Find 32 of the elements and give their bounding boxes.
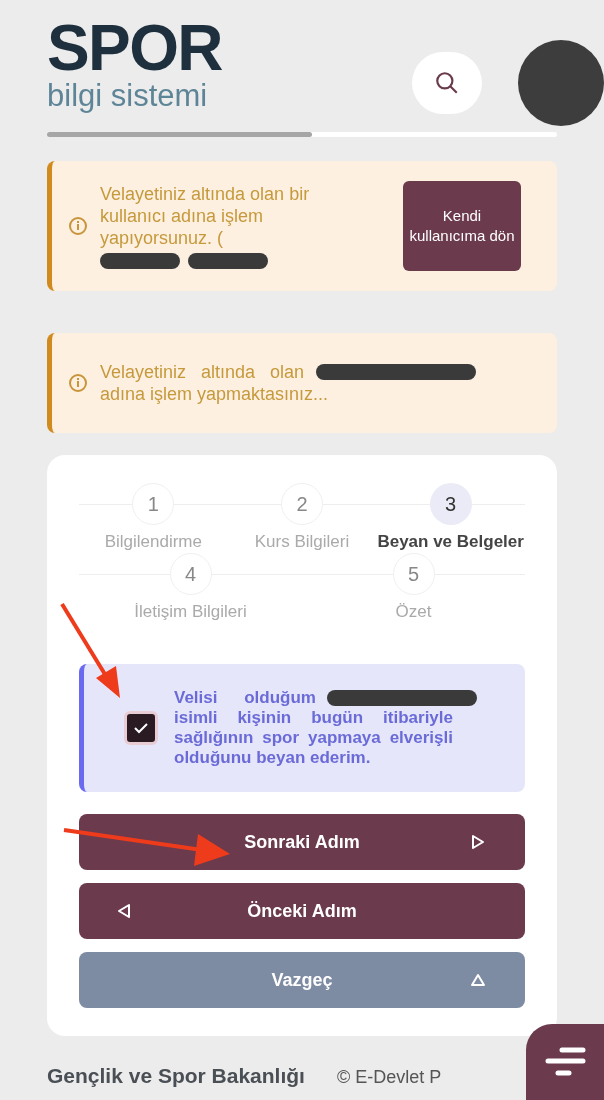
checkbox[interactable] <box>124 711 158 745</box>
step-number[interactable]: 1 <box>132 483 175 525</box>
step-label: Kurs Bilgileri <box>254 531 350 553</box>
copyright-text: © E-Devlet P <box>336 1066 442 1089</box>
info-icon <box>68 216 88 236</box>
step-label: Özet <box>395 600 432 623</box>
step-number[interactable]: 2 <box>281 483 323 525</box>
step-number[interactable]: 4 <box>169 552 212 595</box>
cancel-button[interactable]: Vazgeç <box>79 952 525 1008</box>
play-icon <box>469 833 487 851</box>
previous-step-button[interactable]: Önceki Adım <box>79 883 525 939</box>
menu-icon <box>544 1045 586 1079</box>
declaration-text: isimli kişinin bugün itibariyle sağlığının spor yapmaya elverişli olduğunu beyan ederim. <box>174 708 454 768</box>
step-label: İletişim Bilgileri <box>134 600 247 623</box>
declaration-text: Velisi olduğum <box>174 688 316 708</box>
ministry-name: Gençlik ve Spor Bakanlığı <box>47 1063 305 1089</box>
warning-text: Velayetiniz altında olan bir kullanıcı adına işlem yapıyorsunuz. ( <box>100 183 311 249</box>
up-triangle-icon <box>469 971 487 989</box>
search-icon <box>434 70 460 96</box>
return-to-own-user-button[interactable]: Kendi kullanıcıma dön <box>403 181 521 271</box>
back-triangle-icon <box>115 902 133 920</box>
step-number[interactable]: 3 <box>429 483 472 525</box>
step-label: Bilgilendirme <box>104 531 202 553</box>
menu-button[interactable] <box>526 1024 604 1100</box>
next-step-button[interactable]: Sonraki Adım <box>79 814 525 870</box>
logo-subtitle: bilgi sistemi <box>47 78 209 114</box>
warning-text: adına işlem yapmaktasınız... <box>100 384 329 404</box>
step-label: Beyan ve Belgeler <box>377 531 524 553</box>
info-icon <box>68 373 88 393</box>
step-number[interactable]: 5 <box>392 552 435 595</box>
warning-text: Velayetiniz altında olan <box>100 361 305 383</box>
logo-title: SPOR <box>47 18 222 78</box>
